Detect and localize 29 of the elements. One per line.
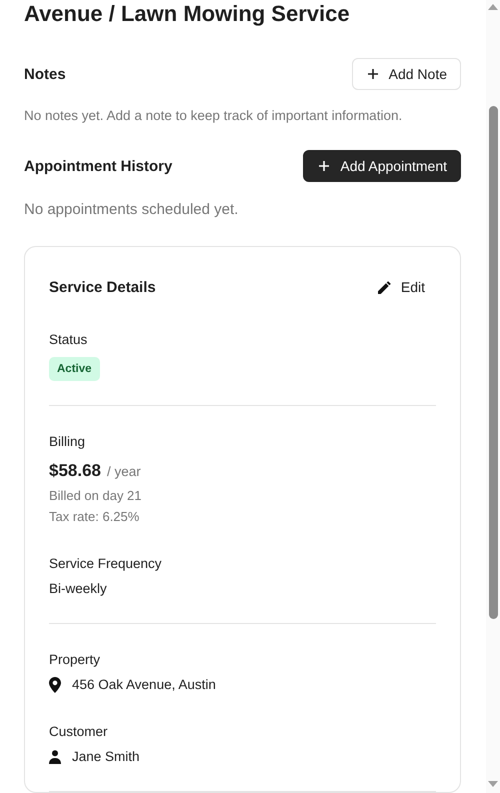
edit-button[interactable]: Edit xyxy=(366,271,436,303)
field-value: Bi-weekly xyxy=(49,580,108,598)
section-title: Appointment History xyxy=(24,158,172,174)
field-label: Service Frequency xyxy=(49,555,163,573)
section-title: Notes xyxy=(24,66,66,82)
empty-state-text: No notes yet. Add a note to keep track of important information. xyxy=(24,107,404,125)
billing-detail: Billed on day 21 xyxy=(49,487,143,505)
pencil-icon xyxy=(378,280,391,294)
card-title: Service Details xyxy=(49,278,156,296)
billing-detail: Tax rate: 6.25% xyxy=(49,508,140,526)
add-appointment-button[interactable]: Add Appointment xyxy=(303,150,461,182)
scroll-up-button[interactable] xyxy=(488,4,498,10)
field-label: Billing xyxy=(49,433,86,451)
field-label: Property xyxy=(49,651,102,669)
field-label: Status xyxy=(49,331,88,349)
plus-icon xyxy=(366,68,379,80)
address-text: 456 Oak Avenue, Austin xyxy=(72,676,216,694)
plus-icon xyxy=(318,160,330,172)
add-note-button[interactable]: Add Note xyxy=(352,58,461,90)
status-badge: Active xyxy=(49,357,100,381)
location-pin-icon xyxy=(49,677,61,693)
person-icon xyxy=(49,750,61,764)
price-amount: $58.68 xyxy=(49,460,101,482)
empty-state-text: No appointments scheduled yet. xyxy=(24,200,240,220)
scroll-down-button[interactable] xyxy=(488,781,498,787)
page-title: Avenue / Lawn Mowing Service xyxy=(24,0,351,28)
customer-name: Jane Smith xyxy=(72,748,140,766)
field-label: Customer xyxy=(49,723,109,741)
billing-period: / year xyxy=(107,463,141,481)
